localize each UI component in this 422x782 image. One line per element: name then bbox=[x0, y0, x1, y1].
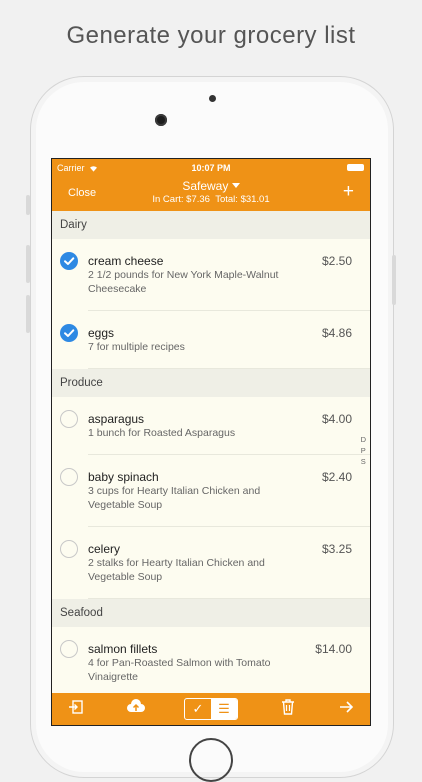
index-letter[interactable]: P bbox=[361, 445, 366, 456]
front-camera bbox=[155, 114, 167, 126]
item-price: $4.00 bbox=[321, 412, 352, 426]
app-screen: Carrier 10:07 PM Close Safeway In Cart: … bbox=[51, 158, 371, 726]
headline: Generate your grocery list bbox=[66, 22, 356, 49]
checked-icon[interactable] bbox=[60, 324, 78, 342]
store-selector[interactable]: Safeway bbox=[52, 179, 370, 193]
status-time: 10:07 PM bbox=[191, 163, 231, 173]
total-amount: Total: $31.01 bbox=[215, 194, 270, 205]
section-header-produce: Produce bbox=[52, 369, 370, 397]
speaker-dot bbox=[209, 95, 216, 102]
section-header-dairy: Dairy bbox=[52, 211, 370, 239]
item-price: $14.00 bbox=[315, 642, 352, 656]
item-name: salmon fillets bbox=[88, 642, 158, 656]
item-description: 7 for multiple recipes bbox=[88, 341, 185, 353]
cart-summary: In Cart: $7.36 Total: $31.01 bbox=[52, 194, 370, 205]
status-bar: Carrier 10:07 PM bbox=[52, 159, 370, 177]
section-header-seafood: Seafood bbox=[52, 599, 370, 627]
plus-icon[interactable]: + bbox=[343, 181, 354, 203]
unchecked-circle-icon[interactable] bbox=[60, 468, 78, 486]
section-index[interactable]: D P S bbox=[361, 434, 366, 467]
unchecked-circle-icon[interactable] bbox=[60, 410, 78, 428]
item-name: baby spinach bbox=[88, 470, 159, 484]
phone-side-button bbox=[26, 195, 30, 215]
unchecked-circle-icon[interactable] bbox=[60, 640, 78, 658]
view-toggle[interactable]: ✓ ☰ bbox=[184, 698, 238, 720]
item-name: eggs bbox=[88, 326, 115, 340]
item-description: 3 cups for Hearty Italian Chicken and Ve… bbox=[88, 485, 261, 511]
item-description: 4 for Pan-Roasted Salmon with Tomato Vin… bbox=[88, 657, 271, 683]
item-price: $3.25 bbox=[321, 542, 352, 556]
bottom-toolbar: ✓ ☰ bbox=[52, 693, 370, 725]
phone-volume-down bbox=[26, 295, 30, 333]
item-description: 2 1/2 pounds for New York Maple-Walnut C… bbox=[88, 269, 279, 295]
nav-bar: Close Safeway In Cart: $7.36 Total: $31.… bbox=[52, 177, 370, 211]
list-item[interactable]: baby spinach 3 cups for Hearty Italian C… bbox=[60, 455, 370, 527]
list-item[interactable]: salmon fillets 4 for Pan-Roasted Salmon … bbox=[60, 627, 370, 693]
item-name: asparagus bbox=[88, 412, 145, 426]
arrow-right-icon[interactable] bbox=[338, 699, 354, 720]
item-price: $4.86 bbox=[321, 326, 352, 340]
list-item[interactable]: asparagus 1 bunch for Roasted Asparagus … bbox=[60, 397, 370, 455]
index-letter[interactable]: D bbox=[361, 434, 366, 445]
item-price: $2.40 bbox=[321, 470, 352, 484]
cloud-upload-icon[interactable] bbox=[126, 699, 146, 720]
list-item[interactable]: celery 2 stalks for Hearty Italian Chick… bbox=[60, 527, 370, 599]
checkmark-icon[interactable]: ✓ bbox=[185, 699, 211, 719]
phone-power-button bbox=[392, 255, 396, 305]
item-description: 1 bunch for Roasted Asparagus bbox=[88, 427, 236, 439]
checked-icon[interactable] bbox=[60, 252, 78, 270]
in-cart-amount: In Cart: $7.36 bbox=[152, 194, 210, 205]
list-item[interactable]: cream cheese 2 1/2 pounds for New York M… bbox=[60, 239, 370, 311]
index-letter[interactable]: S bbox=[361, 456, 366, 467]
list-item[interactable]: eggs 7 for multiple recipes $4.86 bbox=[60, 311, 370, 369]
item-name: cream cheese bbox=[88, 254, 164, 268]
item-name: celery bbox=[88, 542, 121, 556]
import-icon[interactable] bbox=[68, 699, 84, 720]
battery-icon bbox=[347, 164, 364, 171]
grocery-list: Dairy cream cheese 2 1/2 pounds for New … bbox=[52, 211, 370, 693]
store-name: Safeway bbox=[182, 179, 229, 193]
item-description: 2 stalks for Hearty Italian Chicken and … bbox=[88, 557, 265, 583]
item-price: $2.50 bbox=[321, 254, 352, 268]
unchecked-circle-icon[interactable] bbox=[60, 540, 78, 558]
home-button[interactable] bbox=[189, 738, 233, 782]
list-icon[interactable]: ☰ bbox=[211, 699, 237, 719]
caret-down-icon bbox=[231, 183, 240, 188]
phone-volume-up bbox=[26, 245, 30, 283]
trash-icon[interactable] bbox=[281, 699, 295, 720]
